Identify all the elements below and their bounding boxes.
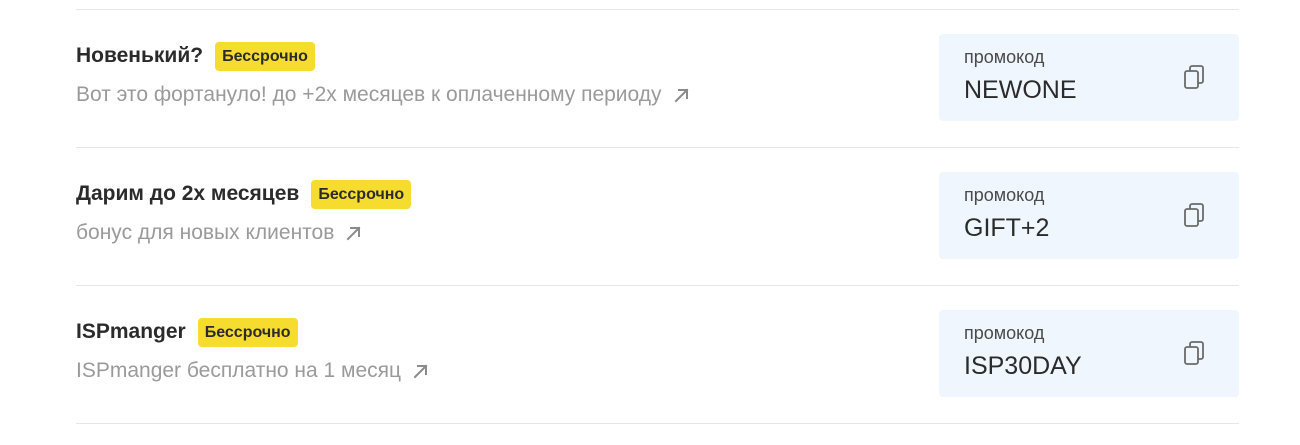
promo-description[interactable]: ISPmanger бесплатно на 1 месяц — [76, 359, 401, 383]
promo-title: Дарим до 2х месяцев — [76, 182, 300, 205]
arrow-up-right-icon[interactable] — [672, 85, 692, 105]
promo-description-link[interactable]: бонус для новых клиентов — [76, 220, 411, 246]
duration-badge: Бессрочно — [311, 179, 412, 209]
promo-code-value: GIFT+2 — [964, 214, 1050, 242]
promo-code-label: промокод — [964, 185, 1045, 205]
promo-description[interactable]: бонус для новых клиентов — [76, 221, 334, 245]
promo-list: Новенький? Бессрочно Вот это фортануло! … — [76, 0, 1239, 424]
duration-badge: Бессрочно — [197, 317, 298, 347]
arrow-up-right-icon[interactable] — [344, 223, 364, 243]
promo-info: Новенький? Бессрочно Вот это фортануло! … — [76, 41, 692, 108]
copy-icon[interactable] — [1182, 201, 1208, 229]
promo-code-box: промокод ISP30DAY — [939, 310, 1239, 397]
promo-row: Новенький? Бессрочно Вот это фортануло! … — [76, 10, 1239, 147]
promo-code-value: ISP30DAY — [964, 352, 1082, 380]
promo-title-line: ISPmanger Бессрочно — [76, 317, 431, 347]
promo-title: Новенький? — [76, 44, 204, 67]
promo-row: ISPmanger Бессрочно ISPmanger бесплатно … — [76, 286, 1239, 423]
copy-icon[interactable] — [1182, 339, 1208, 367]
arrow-up-right-icon[interactable] — [411, 361, 431, 381]
promo-code-box: промокод NEWONE — [939, 34, 1239, 121]
promo-row: Дарим до 2х месяцев Бессрочно бонус для … — [76, 148, 1239, 285]
promo-title-line: Новенький? Бессрочно — [76, 41, 692, 71]
promo-title-line: Дарим до 2х месяцев Бессрочно — [76, 179, 412, 209]
divider — [76, 423, 1239, 424]
promo-description[interactable]: Вот это фортануло! до +2х месяцев к опла… — [76, 83, 662, 107]
promo-code-box: промокод GIFT+2 — [939, 172, 1239, 259]
promo-info: ISPmanger Бессрочно ISPmanger бесплатно … — [76, 317, 431, 384]
promo-description-link[interactable]: ISPmanger бесплатно на 1 месяц — [76, 358, 431, 384]
promo-description-link[interactable]: Вот это фортануло! до +2х месяцев к опла… — [76, 82, 692, 108]
promo-code-label: промокод — [964, 47, 1045, 67]
duration-badge: Бессрочно — [215, 41, 315, 71]
copy-icon[interactable] — [1182, 63, 1208, 91]
promo-code-value: NEWONE — [964, 76, 1077, 104]
promo-title: ISPmanger — [76, 320, 186, 343]
promo-info: Дарим до 2х месяцев Бессрочно бонус для … — [76, 179, 412, 246]
promo-code-label: промокод — [964, 323, 1045, 343]
